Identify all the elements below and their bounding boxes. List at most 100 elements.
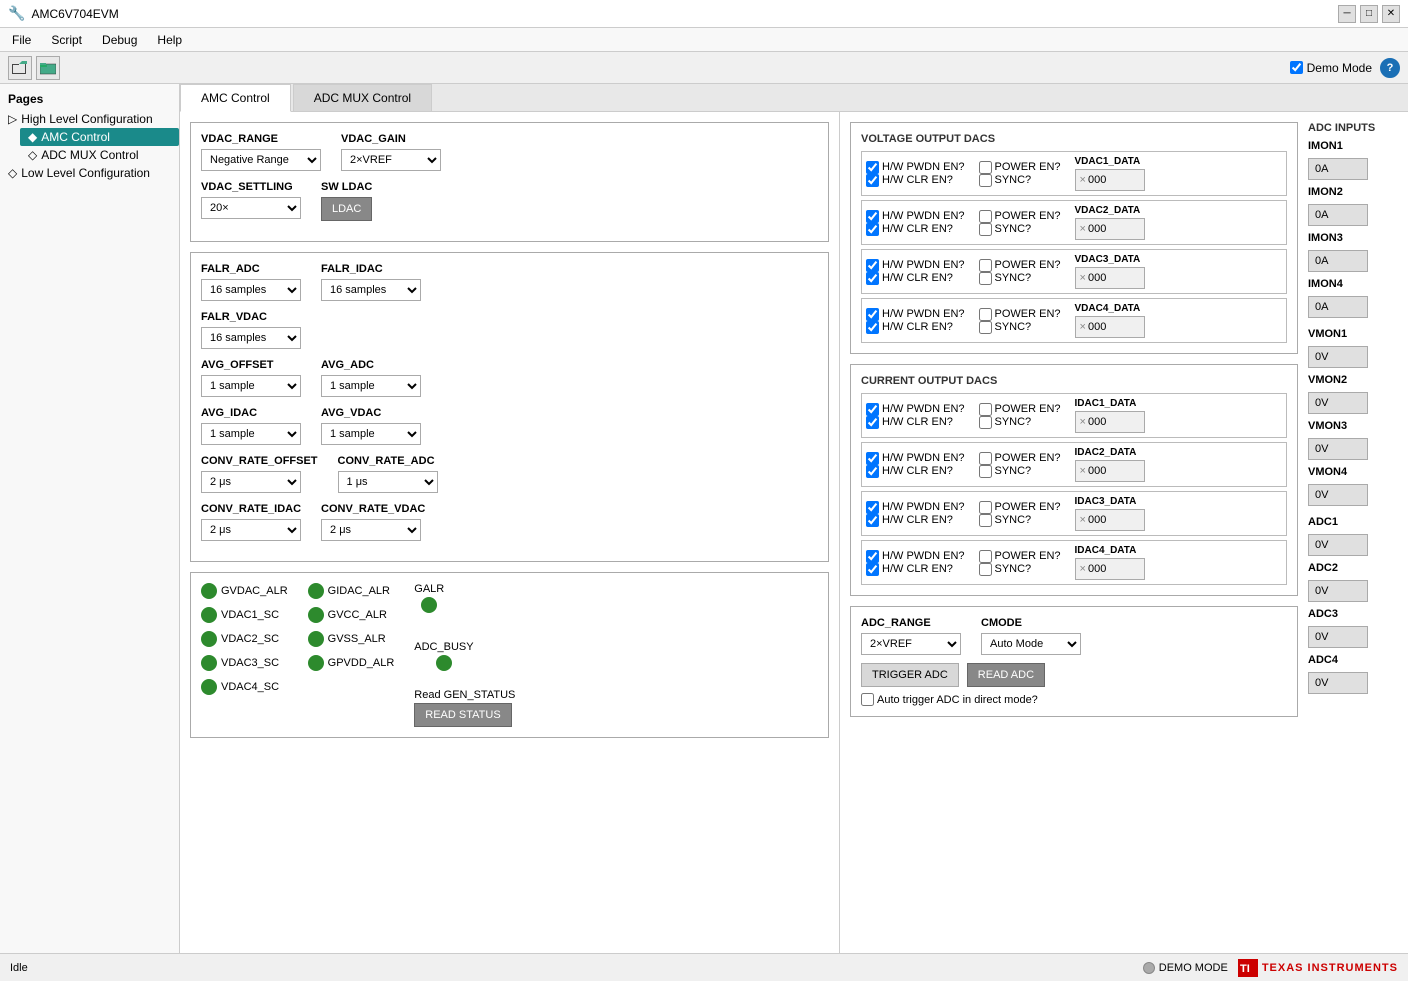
conv-rate-idac-select[interactable]: 2 μs 1 μs 4 μs [201, 519, 301, 541]
vdac2-hwpwdn-checkbox[interactable] [866, 210, 879, 223]
cmode-group: CMODE Auto Mode Manual Mode [981, 617, 1081, 655]
vdac-range-select[interactable]: Negative Range Positive Range [201, 149, 321, 171]
auto-trigger-checkbox[interactable] [861, 693, 874, 706]
read-adc-button[interactable]: READ ADC [967, 663, 1045, 687]
avg-offset-select[interactable]: 1 sample 2 samples 4 samples [201, 375, 301, 397]
tab-adc-mux-control[interactable]: ADC MUX Control [293, 84, 432, 111]
avg-idac-select[interactable]: 1 sample 2 samples 4 samples [201, 423, 301, 445]
conv-rate-offset-select[interactable]: 2 μs 1 μs 4 μs [201, 471, 301, 493]
vmon4-value-row: 0V [1308, 484, 1398, 506]
idac3-hwclr-checkbox[interactable] [866, 514, 879, 527]
vdac1-data-input[interactable]: × 000 [1075, 169, 1145, 191]
maximize-button[interactable]: □ [1360, 5, 1378, 23]
conv-rate-adc-select[interactable]: 1 μs 2 μs 4 μs [338, 471, 438, 493]
menu-file[interactable]: File [8, 31, 35, 49]
vdac2-data-input[interactable]: ×000 [1075, 218, 1145, 240]
vdac1-hwclr-row: H/W CLR EN? [866, 174, 965, 187]
idac1-data-label: IDAC1_DATA [1075, 398, 1137, 409]
vdac2-sync-checkbox[interactable] [979, 223, 992, 236]
idac3-poweren-checkbox[interactable] [979, 501, 992, 514]
idac3-data-input[interactable]: ×000 [1075, 509, 1145, 531]
vdac4-sync-checkbox[interactable] [979, 321, 992, 334]
vdac1-hwpwdn-checkbox[interactable] [866, 161, 879, 174]
idac1-data-input[interactable]: ×000 [1075, 411, 1145, 433]
vdac-settling-select[interactable]: 20× 10× 5× [201, 197, 301, 219]
vdac3-data-input[interactable]: ×000 [1075, 267, 1145, 289]
idac2-data-input[interactable]: ×000 [1075, 460, 1145, 482]
vdac4-hwpwdn-checkbox[interactable] [866, 308, 879, 321]
falr-vdac-select[interactable]: 16 samples 8 samples 4 samples 1 sample [201, 327, 301, 349]
vdac3-sync-checkbox[interactable] [979, 272, 992, 285]
vdac4-data-input[interactable]: ×000 [1075, 316, 1145, 338]
conv-rate-adc-group: CONV_RATE_ADC 1 μs 2 μs 4 μs [338, 455, 438, 493]
idac1-hwpwdn-checkbox[interactable] [866, 403, 879, 416]
vdac-gain-select[interactable]: 2×VREF 1×VREF [341, 149, 441, 171]
toolbar-extra-button[interactable] [64, 56, 74, 80]
vdac2-hwclr-checkbox[interactable] [866, 223, 879, 236]
cmode-select[interactable]: Auto Mode Manual Mode [981, 633, 1081, 655]
conv-rate-vdac-select[interactable]: 2 μs 1 μs 4 μs [321, 519, 421, 541]
vmon3-label: VMON3 [1308, 420, 1358, 432]
toolbar-folder-button[interactable] [36, 56, 60, 80]
idac4-hwclr-checkbox[interactable] [866, 563, 879, 576]
idac1-poweren-label: POWER EN? [995, 403, 1061, 415]
vdac1-hwpwdn-label: H/W PWDN EN? [882, 161, 965, 173]
toolbar-open-button[interactable] [8, 56, 32, 80]
idac4-hwpwdn-checkbox[interactable] [866, 550, 879, 563]
idac2-poweren-checkbox[interactable] [979, 452, 992, 465]
vdac-row1: VDAC_RANGE Negative Range Positive Range… [201, 133, 818, 171]
idac1-poweren-checkbox[interactable] [979, 403, 992, 416]
help-button[interactable]: ? [1380, 58, 1400, 78]
menu-debug[interactable]: Debug [98, 31, 141, 49]
content-panels: VDAC_RANGE Negative Range Positive Range… [180, 112, 1408, 953]
sidebar-item-amc-control[interactable]: ◆ AMC Control [20, 128, 179, 146]
sidebar-item-adc-mux[interactable]: ◇ ADC MUX Control [20, 146, 179, 164]
idac3-hwpwdn-checkbox[interactable] [866, 501, 879, 514]
idac2-hwpwdn-checkbox[interactable] [866, 452, 879, 465]
vdac4-hwclr-checkbox[interactable] [866, 321, 879, 334]
vdac4-poweren-checkbox[interactable] [979, 308, 992, 321]
vdac3-hwpwdn-checkbox[interactable] [866, 259, 879, 272]
idac4-data-input[interactable]: ×000 [1075, 558, 1145, 580]
demo-mode-checkbox[interactable] [1290, 61, 1303, 74]
menu-help[interactable]: Help [153, 31, 186, 49]
vdac3-data-group: VDAC3_DATA ×000 [1075, 254, 1145, 289]
idac2-hwclr-checkbox[interactable] [866, 465, 879, 478]
idac1-hwclr-checkbox[interactable] [866, 416, 879, 429]
adc-range-select[interactable]: 2×VREF 1×VREF [861, 633, 961, 655]
avg-adc-select[interactable]: 1 sample 2 samples 4 samples [321, 375, 421, 397]
demo-mode-checkbox-area[interactable]: Demo Mode [1290, 61, 1372, 75]
idac1-sync-checkbox[interactable] [979, 416, 992, 429]
falr-adc-select[interactable]: 16 samples 8 samples 4 samples 1 sample [201, 279, 301, 301]
falr-idac-select[interactable]: 16 samples 8 samples 4 samples 1 sample [321, 279, 421, 301]
idac3-checkboxes: H/W PWDN EN? H/W CLR EN? [866, 501, 965, 527]
vdac2-sc-indicator: VDAC2_SC [201, 631, 288, 647]
vdac1-poweren-checkbox[interactable] [979, 161, 992, 174]
vdac1-hwclr-checkbox[interactable] [866, 174, 879, 187]
avg-vdac-select[interactable]: 1 sample 2 samples 4 samples [321, 423, 421, 445]
title-bar-left: 🔧 AMC6V704EVM [8, 5, 119, 22]
idac4-sync-label: SYNC? [995, 563, 1032, 575]
read-status-button[interactable]: READ STATUS [414, 703, 511, 727]
trigger-adc-button[interactable]: TRIGGER ADC [861, 663, 959, 687]
vdac1-poweren-row: POWER EN? [979, 161, 1061, 174]
minimize-button[interactable]: ─ [1338, 5, 1356, 23]
vdac-range-group: VDAC_RANGE Negative Range Positive Range [201, 133, 321, 171]
conv-rate-offset-label: CONV_RATE_OFFSET [201, 455, 318, 467]
idac4-sync-checkbox[interactable] [979, 563, 992, 576]
close-button[interactable]: ✕ [1382, 5, 1400, 23]
tab-amc-control[interactable]: AMC Control [180, 84, 291, 112]
vdac3-poweren-checkbox[interactable] [979, 259, 992, 272]
ldac-button[interactable]: LDAC [321, 197, 372, 221]
idac3-sync-checkbox[interactable] [979, 514, 992, 527]
vdac1-sync-checkbox[interactable] [979, 174, 992, 187]
sidebar-item-low-level[interactable]: ◇ Low Level Configuration [0, 164, 179, 182]
menu-script[interactable]: Script [47, 31, 86, 49]
vdac2-poweren-checkbox[interactable] [979, 210, 992, 223]
idac3-poweren-label: POWER EN? [995, 501, 1061, 513]
gvdac-alr-label: GVDAC_ALR [221, 585, 288, 597]
sidebar-item-high-level[interactable]: ▷ High Level Configuration [0, 110, 179, 128]
vdac3-hwclr-checkbox[interactable] [866, 272, 879, 285]
idac2-sync-checkbox[interactable] [979, 465, 992, 478]
idac4-poweren-checkbox[interactable] [979, 550, 992, 563]
